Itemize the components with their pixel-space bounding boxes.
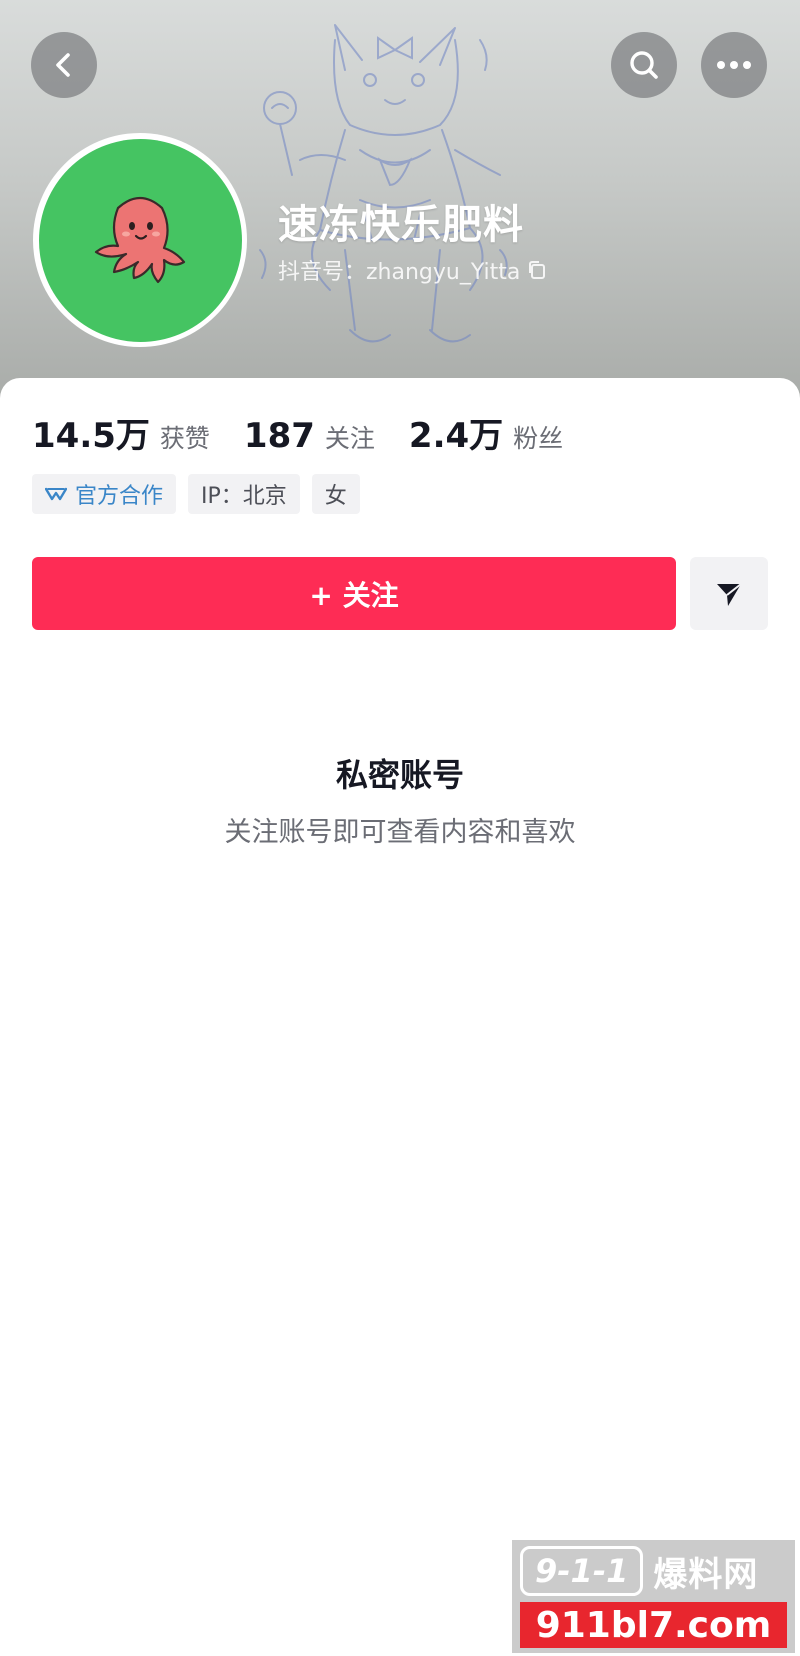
nickname: 速冻快乐肥料: [278, 202, 524, 248]
back-button[interactable]: [31, 32, 97, 98]
tag-official-cooperation[interactable]: 官方合作: [32, 474, 177, 514]
search-button[interactable]: [611, 32, 677, 98]
stat-label: 获赞: [159, 424, 210, 453]
tag-label: 官方合作: [75, 484, 164, 509]
more-dots-icon: [717, 61, 751, 69]
stat-followers[interactable]: 2.4万 粉丝: [409, 408, 563, 457]
search-icon: [630, 51, 658, 79]
watermark-url: 911bl7.com: [520, 1602, 787, 1648]
stat-value: 187: [243, 416, 315, 456]
private-account-description: 关注账号即可查看内容和喜欢: [224, 817, 576, 848]
stat-value: 2.4万: [408, 416, 504, 456]
copy-icon[interactable]: [526, 259, 548, 281]
avatar-image: [38, 138, 242, 342]
stat-likes[interactable]: 14.5万 获赞: [32, 408, 210, 457]
watermark-brand: 爆料网: [653, 1554, 759, 1595]
chevron-left-icon: [56, 53, 70, 77]
private-account-title: 私密账号: [335, 756, 464, 794]
handshake-icon: [45, 487, 67, 501]
tag-gender: 女: [311, 474, 360, 514]
follow-button[interactable]: + 关注: [32, 557, 676, 630]
tag-label: IP：北京: [201, 484, 287, 509]
profile-card: 14.5万 获赞 187 关注 2.4万 粉丝 官方合作 IP：北京 女 + 关…: [0, 378, 800, 1656]
octopus-avatar-icon: [94, 196, 186, 284]
stat-label: 粉丝: [513, 424, 564, 453]
send-icon: [717, 582, 742, 606]
watermark-top: 9-1-1 爆料网: [520, 1546, 758, 1596]
account-id-row[interactable]: 抖音号：zhangyu_Yitta: [278, 254, 548, 286]
tags-row: 官方合作 IP：北京 女: [32, 474, 360, 514]
follow-button-label: + 关注: [309, 578, 399, 612]
stat-following[interactable]: 187 关注: [244, 416, 375, 456]
watermark: 9-1-1 爆料网 911bl7.com: [512, 1540, 795, 1653]
share-button[interactable]: [690, 557, 768, 630]
avatar[interactable]: [33, 133, 247, 347]
stats-row: 14.5万 获赞 187 关注 2.4万 粉丝: [32, 408, 597, 457]
stat-label: 关注: [324, 424, 375, 453]
tag-label: 女: [324, 484, 347, 509]
profile-cover: 速冻快乐肥料 抖音号：zhangyu_Yitta: [0, 0, 800, 400]
watermark-logo: 9-1-1: [520, 1546, 644, 1596]
more-button[interactable]: [701, 32, 767, 98]
stat-value: 14.5万: [32, 416, 150, 456]
account-id: 抖音号：zhangyu_Yitta: [278, 260, 521, 285]
tag-ip-location: IP：北京: [188, 474, 300, 514]
